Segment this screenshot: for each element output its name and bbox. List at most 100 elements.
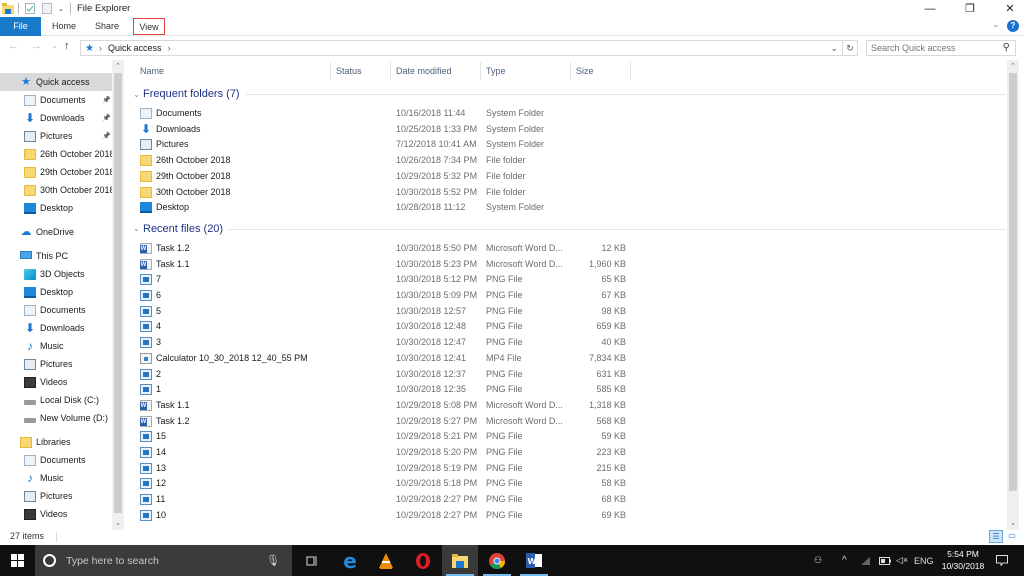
tab-home[interactable]: Home [45,18,83,35]
nav-item-3d-objects[interactable]: 3D Objects [0,265,112,283]
file-row[interactable]: ⬇ Downloads 10/25/2018 1:33 PM System Folde… [140,122,630,138]
file-row[interactable]: 10 10/29/2018 2:27 PM PNG File 69 KB [140,508,630,524]
file-row[interactable]: 7 10/30/2018 5:12 PM PNG File 65 KB [140,272,630,288]
nav-item-pictures[interactable]: Pictures [0,487,112,505]
nav-pane-scrollbar[interactable]: ⌃ ⌄ [112,60,124,530]
file-row[interactable]: Task 1.1 10/29/2018 5:08 PM Microsoft Word… [140,398,630,414]
file-row[interactable]: Task 1.1 10/30/2018 5:23 PM Microsoft Word… [140,257,630,273]
file-row[interactable]: 13 10/29/2018 5:19 PM PNG File 215 KB [140,461,630,477]
nav-item-downloads[interactable]: ⬇ Downloads [0,319,112,337]
customize-toolbar-icon[interactable]: ⌄ [58,2,64,15]
file-row[interactable]: 1 10/30/2018 12:35 PNG File 585 KB [140,382,630,398]
address-bar[interactable]: ★ › Quick access › ⌄ [80,40,843,56]
nav-item-documents[interactable]: Documents [0,451,112,469]
forward-button[interactable]: → [31,40,42,52]
file-row[interactable]: Documents 10/16/2018 11:44 System Folder [140,106,630,122]
nav-item-documents[interactable]: Documents [0,301,112,319]
nav-item-documents[interactable]: Documents 📌 [0,91,112,109]
language-indicator[interactable]: ENG [914,545,934,576]
tab-share[interactable]: Share [88,18,126,35]
nav-pane-scroll-thumb[interactable] [114,73,122,513]
column-header-date-modified[interactable]: Date modified [396,66,452,76]
nav-item-videos[interactable]: Videos [0,373,112,391]
nav-item-29th-october-2018[interactable]: 29th October 2018 [0,163,115,181]
recent-locations-button[interactable]: ⌄ [51,41,58,50]
taskbar-app-chrome[interactable] [479,545,515,576]
properties-icon[interactable] [25,2,35,15]
file-row[interactable]: 11 10/29/2018 2:27 PM PNG File 68 KB [140,492,630,508]
chevron-down-icon[interactable]: ⌄ [130,224,143,233]
column-header-name[interactable]: Name [140,66,164,76]
file-row[interactable]: Calculator 10_30_2018 12_40_55 PM 10/30/2… [140,351,630,367]
file-row[interactable]: 15 10/29/2018 5:21 PM PNG File 59 KB [140,429,630,445]
help-icon[interactable]: ? [1007,20,1019,32]
nav-item-new-volume-d[interactable]: New Volume (D:) [0,409,112,427]
action-center-icon[interactable] [996,545,1008,576]
column-header-status[interactable]: Status [336,66,362,76]
file-row[interactable]: Task 1.2 10/30/2018 5:50 PM Microsoft Word… [140,241,630,257]
taskbar-app-edge[interactable]: e [332,545,368,576]
file-row[interactable]: 30th October 2018 10/30/2018 5:52 PM File … [140,185,630,201]
expand-ribbon-icon[interactable]: ⌄ [992,19,1000,30]
nav-item-this-pc[interactable]: This PC [0,247,112,265]
large-icons-view-button[interactable]: ▭ [1005,530,1019,543]
new-folder-icon[interactable] [42,2,52,15]
file-row[interactable]: 4 10/30/2018 12:48 PNG File 659 KB [140,319,630,335]
file-row[interactable]: Pictures 7/12/2018 10:41 AM System Folder [140,137,630,153]
close-button[interactable]: ✕ [995,0,1024,17]
file-row[interactable]: 29th October 2018 10/29/2018 5:32 PM File … [140,169,630,185]
group-header[interactable]: ⌄ Frequent folders (7) [130,87,239,101]
scroll-up-arrow[interactable]: ⌃ [1007,62,1019,70]
scroll-up-arrow[interactable]: ⌃ [112,62,124,70]
refresh-button[interactable]: ↻ [843,40,858,56]
minimize-button[interactable]: — [915,0,945,17]
people-icon[interactable]: ⚇ [814,545,822,576]
file-row[interactable]: Desktop 10/28/2018 11:12 System Folder [140,200,630,216]
network-icon[interactable] [860,545,871,576]
nav-item-pictures[interactable]: Pictures [0,355,112,373]
address-dropdown-icon[interactable]: ⌄ [830,43,838,54]
file-list-scrollbar[interactable]: ⌃ ⌄ [1007,60,1019,530]
taskbar-app-vlc[interactable] [368,545,404,576]
nav-item-pictures[interactable]: Pictures 📌 [0,127,112,145]
file-row[interactable]: 12 10/29/2018 5:18 PM PNG File 58 KB [140,476,630,492]
tab-file[interactable]: File [0,17,41,36]
file-row[interactable]: 2 10/30/2018 12:37 PNG File 631 KB [140,367,630,383]
nav-item-desktop[interactable]: Desktop [0,283,112,301]
group-header[interactable]: ⌄ Recent files (20) [130,222,223,236]
tab-view[interactable]: View [133,18,165,35]
clock[interactable]: 5:54 PM 10/30/2018 [938,548,988,572]
nav-item-26th-october-2018[interactable]: 26th October 2018 [0,145,115,163]
nav-item-videos[interactable]: Videos [0,505,112,523]
file-row[interactable]: 3 10/30/2018 12:47 PNG File 40 KB [140,335,630,351]
taskbar-app-word[interactable]: W [516,545,552,576]
nav-item-downloads[interactable]: ⬇ Downloads 📌 [0,109,112,127]
taskbar-app-file-explorer[interactable] [442,545,478,576]
up-button[interactable]: ↑ [64,40,70,52]
nav-item-quick-access[interactable]: ★ Quick access [0,73,112,91]
scroll-down-arrow[interactable]: ⌄ [1007,519,1019,527]
task-view-button[interactable] [294,545,330,576]
details-view-button[interactable]: ☰ [989,530,1003,543]
back-button[interactable]: ← [8,40,19,52]
nav-item-libraries[interactable]: Libraries [0,433,112,451]
chevron-down-icon[interactable]: ⌄ [130,90,143,99]
file-row[interactable]: 26th October 2018 10/26/2018 7:34 PM File … [140,153,630,169]
breadcrumb-quick-access[interactable]: Quick access [108,43,162,53]
file-row[interactable]: Task 1.2 10/29/2018 5:27 PM Microsoft Word… [140,414,630,430]
column-header-size[interactable]: Size [576,66,594,76]
file-row[interactable]: 14 10/29/2018 5:20 PM PNG File 223 KB [140,445,630,461]
battery-icon[interactable] [879,545,891,576]
scroll-down-arrow[interactable]: ⌄ [112,519,124,527]
file-row[interactable]: 6 10/30/2018 5:09 PM PNG File 67 KB [140,288,630,304]
microphone-icon[interactable]: 🎙 [266,554,280,567]
taskbar-search-box[interactable]: Type here to search 🎙 [35,545,292,576]
file-row[interactable]: 5 10/30/2018 12:57 PNG File 98 KB [140,304,630,320]
restore-button[interactable]: ❐ [955,0,985,17]
nav-item-onedrive[interactable]: ☁ OneDrive [0,223,112,241]
search-input[interactable]: Search Quick access ⚲ [866,40,1016,56]
nav-item-music[interactable]: ♪ Music [0,469,112,487]
file-list-scroll-thumb[interactable] [1009,73,1017,491]
taskbar-app-opera[interactable] [405,545,441,576]
nav-item-desktop[interactable]: Desktop [0,199,112,217]
